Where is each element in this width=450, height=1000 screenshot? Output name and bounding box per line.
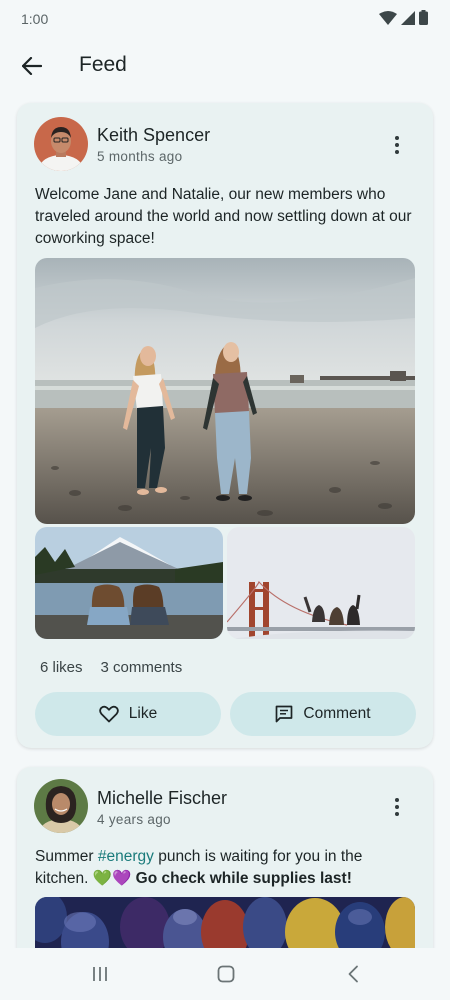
like-button[interactable]: Like [35,692,221,736]
feed-list[interactable]: Keith Spencer 5 months ago Welcome Jane … [0,92,450,948]
post-stats: 6 likes 3 comments [40,659,182,676]
status-bar: 1:00 [0,0,450,36]
mountain-lake-photo[interactable] [35,527,223,639]
author-name[interactable]: Michelle Fischer [97,788,227,809]
figs-photo[interactable] [35,897,415,948]
heart-icon [99,705,119,723]
like-label: Like [128,705,158,722]
more-options-button[interactable] [385,133,409,157]
post-card: Michelle Fischer 4 years ago Summer #ene… [17,767,433,948]
home-button[interactable] [212,962,240,986]
post-time: 4 years ago [97,812,171,827]
author-name[interactable]: Keith Spencer [97,125,210,146]
avatar[interactable] [34,117,88,171]
home-icon [217,965,235,983]
beach-photo[interactable] [35,258,415,524]
battery-icon [419,10,428,25]
golden-gate-photo[interactable] [227,527,415,639]
comment-button[interactable]: Comment [230,692,416,736]
comment-icon [276,705,293,723]
avatar[interactable] [34,779,88,833]
back-icon [348,965,358,983]
more-options-button[interactable] [385,795,409,819]
post-text: Summer #energy punch is waiting for you … [35,848,363,887]
signal-icon [401,10,415,25]
post-time: 5 months ago [97,149,183,164]
page-title: Feed [79,53,127,76]
app-bar: Feed [0,40,450,92]
comments-count[interactable]: 3 comments [101,659,183,676]
post-card: Keith Spencer 5 months ago Welcome Jane … [17,103,433,748]
emoji: 💚💜 [92,870,132,887]
recents-icon [93,967,107,981]
nav-back-button[interactable] [339,962,367,986]
more-vert-icon [395,798,399,802]
status-time: 1:00 [21,11,49,27]
wifi-icon [379,10,397,25]
back-button[interactable] [16,50,48,82]
comment-label: Comment [303,705,371,722]
post-text: Welcome Jane and Natalie, our new member… [35,186,412,247]
more-vert-icon [395,136,399,140]
likes-count[interactable]: 6 likes [40,659,83,676]
hashtag-link[interactable]: #energy [98,848,154,865]
system-nav-bar [0,948,450,1000]
status-icons [379,10,428,25]
arrow-back-icon [22,57,42,75]
recents-button[interactable] [86,962,114,986]
